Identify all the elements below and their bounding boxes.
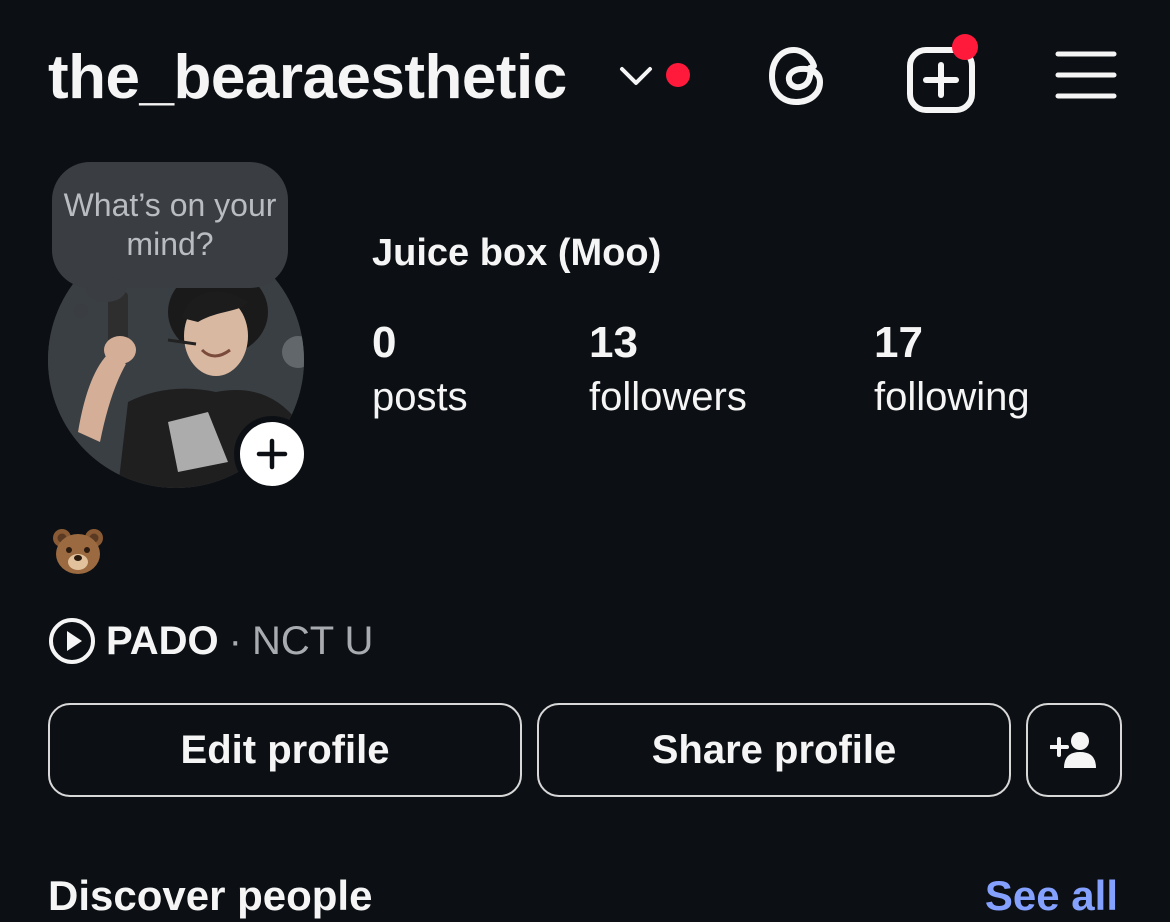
see-all-link[interactable]: See all bbox=[985, 870, 1118, 922]
discover-people-button[interactable] bbox=[1026, 703, 1122, 797]
create-notification-dot bbox=[952, 34, 978, 60]
threads-icon[interactable] bbox=[764, 42, 832, 110]
notification-dot bbox=[666, 63, 690, 87]
discover-people-title: Discover people bbox=[48, 872, 373, 919]
profile-username[interactable]: the_bearaesthetic bbox=[48, 40, 567, 116]
stat-label: following bbox=[874, 375, 1030, 419]
add-person-icon bbox=[1050, 732, 1096, 768]
edit-profile-button[interactable]: Edit profile bbox=[48, 703, 522, 797]
note-bubble-tail-dot bbox=[74, 304, 88, 318]
stat-value: 13 bbox=[589, 318, 638, 367]
bear-face-emoji bbox=[52, 526, 104, 578]
profile-music[interactable]: PADO · NCT U bbox=[48, 612, 373, 670]
stat-label: posts bbox=[372, 375, 468, 419]
stat-followers[interactable]: 13 followers bbox=[589, 316, 747, 422]
music-separator: · bbox=[228, 618, 242, 663]
display-name: Juice box (Moo) bbox=[372, 232, 662, 274]
stat-label: followers bbox=[589, 375, 747, 419]
hamburger-menu-icon[interactable] bbox=[1052, 48, 1120, 104]
stat-posts[interactable]: 0 posts bbox=[372, 316, 468, 422]
note-bubble-tail bbox=[86, 276, 126, 302]
play-circle-icon bbox=[49, 618, 95, 664]
music-artist: NCT U bbox=[251, 618, 374, 663]
stat-value: 0 bbox=[372, 318, 397, 367]
stat-value: 17 bbox=[874, 318, 923, 367]
add-story-button[interactable] bbox=[234, 416, 310, 492]
stat-following[interactable]: 17 following bbox=[874, 316, 1030, 422]
chevron-down-icon[interactable] bbox=[618, 62, 654, 90]
music-song-title: PADO bbox=[106, 618, 219, 663]
plus-icon bbox=[256, 438, 288, 470]
share-profile-button[interactable]: Share profile bbox=[537, 703, 1011, 797]
note-prompt[interactable]: What’s on your mind? bbox=[52, 186, 288, 264]
